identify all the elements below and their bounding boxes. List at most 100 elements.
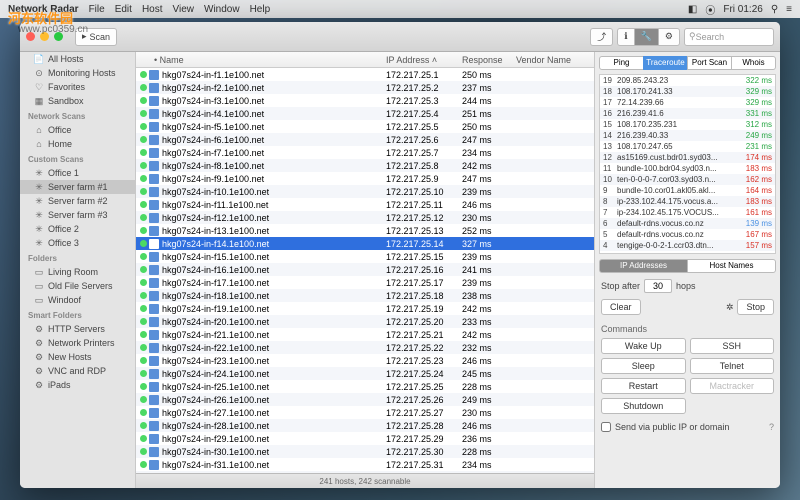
stop-button[interactable]: Stop — [737, 299, 774, 315]
host-row[interactable]: hkg07s24-in-f13.1e100.net172.217.25.1325… — [136, 224, 594, 237]
col-response[interactable]: Response — [462, 55, 516, 65]
host-row[interactable]: hkg07s24-in-f30.1e100.net172.217.25.3022… — [136, 445, 594, 458]
host-row[interactable]: hkg07s24-in-f5.1e100.net172.217.25.5250 … — [136, 120, 594, 133]
wakeup-button[interactable]: Wake Up — [601, 338, 686, 354]
sidebar-item[interactable]: ✳Office 1 — [20, 166, 135, 180]
host-row[interactable]: hkg07s24-in-f11.1e100.net172.217.25.1124… — [136, 198, 594, 211]
help-icon[interactable]: ? — [769, 422, 774, 432]
sidebar-item[interactable]: ⚙New Hosts — [20, 350, 135, 364]
sidebar-item[interactable]: ▭Living Room — [20, 265, 135, 279]
inspector-tab-ping[interactable]: Ping — [599, 56, 644, 70]
host-row[interactable]: hkg07s24-in-f29.1e100.net172.217.25.2923… — [136, 432, 594, 445]
sidebar-item[interactable]: ⌂Office — [20, 123, 135, 137]
col-vendor[interactable]: Vendor Name — [516, 55, 594, 65]
sidebar-item[interactable]: ✳Server farm #2 — [20, 194, 135, 208]
host-row[interactable]: hkg07s24-in-f28.1e100.net172.217.25.2824… — [136, 419, 594, 432]
inspector-tab-whois[interactable]: Whois — [731, 56, 776, 70]
trace-row[interactable]: 8ip-233.102.44.175.vocus.a...183 ms — [600, 196, 775, 207]
host-row[interactable]: hkg07s24-in-f7.1e100.net172.217.25.7234 … — [136, 146, 594, 159]
trace-row[interactable]: 12as15169.cust.bdr01.syd03...174 ms — [600, 152, 775, 163]
trace-row[interactable]: 18108.170.241.33329 ms — [600, 86, 775, 97]
trace-row[interactable]: 13108.170.247.65231 ms — [600, 141, 775, 152]
trace-row[interactable]: 7ip-234.102.45.175.VOCUS...161 ms — [600, 207, 775, 218]
sidebar-item[interactable]: ✳Office 3 — [20, 236, 135, 250]
sidebar-item[interactable]: ⚙iPads — [20, 378, 135, 392]
host-row[interactable]: hkg07s24-in-f24.1e100.net172.217.25.2424… — [136, 367, 594, 380]
col-name[interactable]: • Name — [136, 55, 386, 65]
sidebar-item[interactable]: ♡Favorites — [20, 80, 135, 94]
sidebar-item[interactable]: ▦Sandbox — [20, 94, 135, 108]
trace-row[interactable]: 365.133.99.203.static.amuri...166 ms — [600, 251, 775, 254]
menubar-icon[interactable]: ◧ — [688, 4, 697, 15]
telnet-button[interactable]: Telnet — [690, 358, 775, 374]
wifi-icon[interactable]: ⦿ — [705, 2, 715, 17]
trace-row[interactable]: 11bundle-100.bdr04.syd03.n...183 ms — [600, 163, 775, 174]
seg-ip-addresses[interactable]: IP Addresses — [599, 259, 688, 273]
host-row[interactable]: hkg07s24-in-f25.1e100.net172.217.25.2522… — [136, 380, 594, 393]
trace-row[interactable]: 4tengige-0-0-2-1.ccr03.dtn...157 ms — [600, 240, 775, 251]
ssh-button[interactable]: SSH — [690, 338, 775, 354]
host-row[interactable]: hkg07s24-in-f3.1e100.net172.217.25.3244 … — [136, 94, 594, 107]
host-row[interactable]: hkg07s24-in-f18.1e100.net172.217.25.1823… — [136, 289, 594, 302]
trace-row[interactable]: 19209.85.243.23322 ms — [600, 75, 775, 86]
menu-help[interactable]: Help — [250, 4, 271, 15]
trace-row[interactable]: 15108.170.235.231312 ms — [600, 119, 775, 130]
sidebar-item[interactable]: ✳Server farm #3 — [20, 208, 135, 222]
host-row[interactable]: hkg07s24-in-f2.1e100.net172.217.25.2237 … — [136, 81, 594, 94]
host-row[interactable]: hkg07s24-in-f23.1e100.net172.217.25.2324… — [136, 354, 594, 367]
sleep-button[interactable]: Sleep — [601, 358, 686, 374]
tools-tab-button[interactable]: 🔧 — [634, 28, 659, 46]
traceroute-list[interactable]: 19209.85.243.23322 ms18108.170.241.33329… — [599, 74, 776, 254]
host-row[interactable]: hkg07s24-in-f15.1e100.net172.217.25.1523… — [136, 250, 594, 263]
host-row[interactable]: hkg07s24-in-f20.1e100.net172.217.25.2023… — [136, 315, 594, 328]
trace-row[interactable]: 6default-rdns.vocus.co.nz139 ms — [600, 218, 775, 229]
menu-host[interactable]: Host — [142, 4, 163, 15]
sidebar-item[interactable]: ⌂Home — [20, 137, 135, 151]
host-row[interactable]: hkg07s24-in-f8.1e100.net172.217.25.8242 … — [136, 159, 594, 172]
clear-button[interactable]: Clear — [601, 299, 641, 315]
sidebar-item[interactable]: ⊙Monitoring Hosts — [20, 66, 135, 80]
host-row[interactable]: hkg07s24-in-f19.1e100.net172.217.25.1924… — [136, 302, 594, 315]
sidebar-item[interactable]: ✳Server farm #1 — [20, 180, 135, 194]
share-button[interactable]: ⤴ — [590, 28, 613, 46]
sidebar-item[interactable]: ⚙VNC and RDP — [20, 364, 135, 378]
host-row[interactable]: hkg07s24-in-f27.1e100.net172.217.25.2723… — [136, 406, 594, 419]
host-row[interactable]: hkg07s24-in-f26.1e100.net172.217.25.2624… — [136, 393, 594, 406]
menu-icon[interactable]: ≡ — [786, 4, 792, 15]
menu-file[interactable]: File — [89, 4, 105, 15]
mactracker-button[interactable]: Mactracker — [690, 378, 775, 394]
menu-window[interactable]: Window — [204, 4, 240, 15]
trace-row[interactable]: 1772.14.239.66329 ms — [600, 97, 775, 108]
menu-edit[interactable]: Edit — [115, 4, 132, 15]
send-public-checkbox[interactable]: Send via public IP or domain ? — [601, 422, 774, 432]
hops-input[interactable] — [644, 279, 672, 293]
host-row[interactable]: hkg07s24-in-f14.1e100.net172.217.25.1432… — [136, 237, 594, 250]
sidebar-item[interactable]: ▭Old File Servers — [20, 279, 135, 293]
trace-row[interactable]: 16216.239.41.6331 ms — [600, 108, 775, 119]
trace-row[interactable]: 9bundle-10.cor01.akl05.akl...164 ms — [600, 185, 775, 196]
host-row[interactable]: hkg07s24-in-f31.1e100.net172.217.25.3123… — [136, 458, 594, 471]
sidebar-item[interactable]: ▭Windoof — [20, 293, 135, 307]
host-row[interactable]: hkg07s24-in-f4.1e100.net172.217.25.4251 … — [136, 107, 594, 120]
host-row[interactable]: hkg07s24-in-f17.1e100.net172.217.25.1723… — [136, 276, 594, 289]
trace-row[interactable]: 10ten-0-0-0-7.cor03.syd03.n...162 ms — [600, 174, 775, 185]
seg-host-names[interactable]: Host Names — [687, 259, 776, 273]
sidebar-item[interactable]: 📄All Hosts — [20, 52, 135, 66]
inspector-tab-traceroute[interactable]: Traceroute — [643, 56, 688, 70]
inspector-tab-portscan[interactable]: Port Scan — [687, 56, 732, 70]
info-tab-button[interactable]: ℹ — [617, 28, 634, 46]
host-row[interactable]: hkg07s24-in-f22.1e100.net172.217.25.2223… — [136, 341, 594, 354]
column-headers[interactable]: • Name IP Address ˄ Response Vendor Name — [136, 52, 594, 68]
sidebar-item[interactable]: ⚙Network Printers — [20, 336, 135, 350]
host-row[interactable]: hkg07s24-in-f9.1e100.net172.217.25.9247 … — [136, 172, 594, 185]
spotlight-icon[interactable]: ⚲ — [771, 4, 778, 15]
host-row[interactable]: hkg07s24-in-f1.1e100.net172.217.25.1250 … — [136, 68, 594, 81]
search-input[interactable]: ⚲ Search — [684, 28, 774, 46]
host-row[interactable]: hkg07s24-in-f21.1e100.net172.217.25.2124… — [136, 328, 594, 341]
host-row[interactable]: hkg07s24-in-f10.1e100.net172.217.25.1023… — [136, 185, 594, 198]
host-row[interactable]: hkg07s24-in-f12.1e100.net172.217.25.1223… — [136, 211, 594, 224]
trace-row[interactable]: 5default-rdns.vocus.co.nz167 ms — [600, 229, 775, 240]
settings-tab-button[interactable]: ⚙ — [658, 28, 680, 46]
sidebar-item[interactable]: ⚙HTTP Servers — [20, 322, 135, 336]
host-row[interactable]: hkg07s24-in-f16.1e100.net172.217.25.1624… — [136, 263, 594, 276]
